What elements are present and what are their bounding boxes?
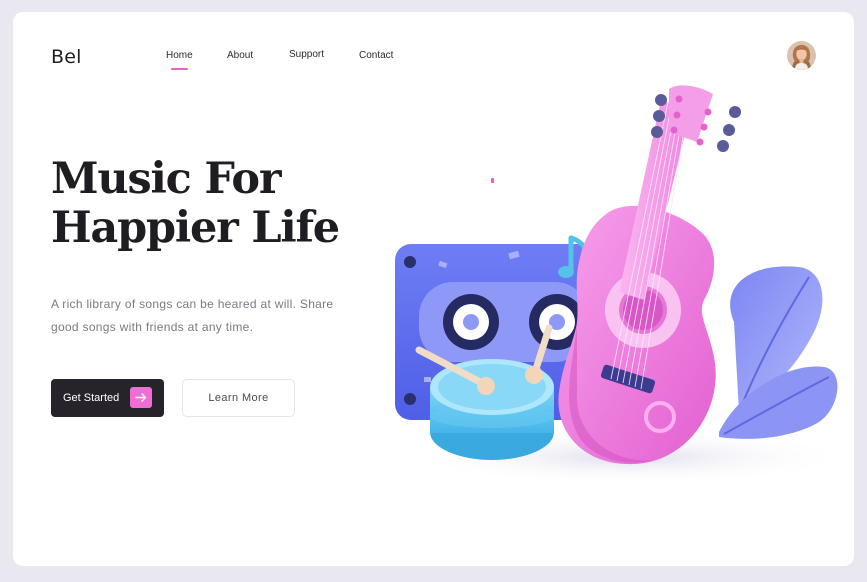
- nav-item-contact[interactable]: Contact: [359, 50, 393, 61]
- sparkle-dot: [491, 178, 494, 183]
- brand-logo[interactable]: Bel: [51, 46, 82, 68]
- landing-card: Bel Home About Support Contact Music For…: [13, 12, 854, 566]
- arrow-right-icon: [130, 387, 152, 408]
- leaves-icon: [719, 266, 838, 439]
- user-avatar[interactable]: [787, 41, 816, 70]
- description-line-2: good songs with friends at any time.: [51, 320, 254, 334]
- learn-more-button[interactable]: Learn More: [182, 379, 295, 417]
- music-illustration: [379, 72, 854, 497]
- get-started-button[interactable]: Get Started: [51, 379, 164, 417]
- get-started-label: Get Started: [63, 392, 120, 404]
- hero-headline: Music For Happier Life: [51, 154, 340, 253]
- headline-line-2: Happier Life: [51, 203, 340, 253]
- music-instruments-illustration: [395, 85, 849, 485]
- guitar-icon: [558, 85, 741, 465]
- avatar-image: [787, 41, 816, 70]
- description-line-1: A rich library of songs can be heared at…: [51, 297, 334, 311]
- nav-item-home[interactable]: Home: [166, 50, 193, 70]
- nav-item-about[interactable]: About: [227, 50, 253, 61]
- headline-line-1: Music For: [51, 154, 281, 204]
- nav-item-support[interactable]: Support: [289, 49, 324, 60]
- hero-description: A rich library of songs can be heared at…: [51, 293, 361, 339]
